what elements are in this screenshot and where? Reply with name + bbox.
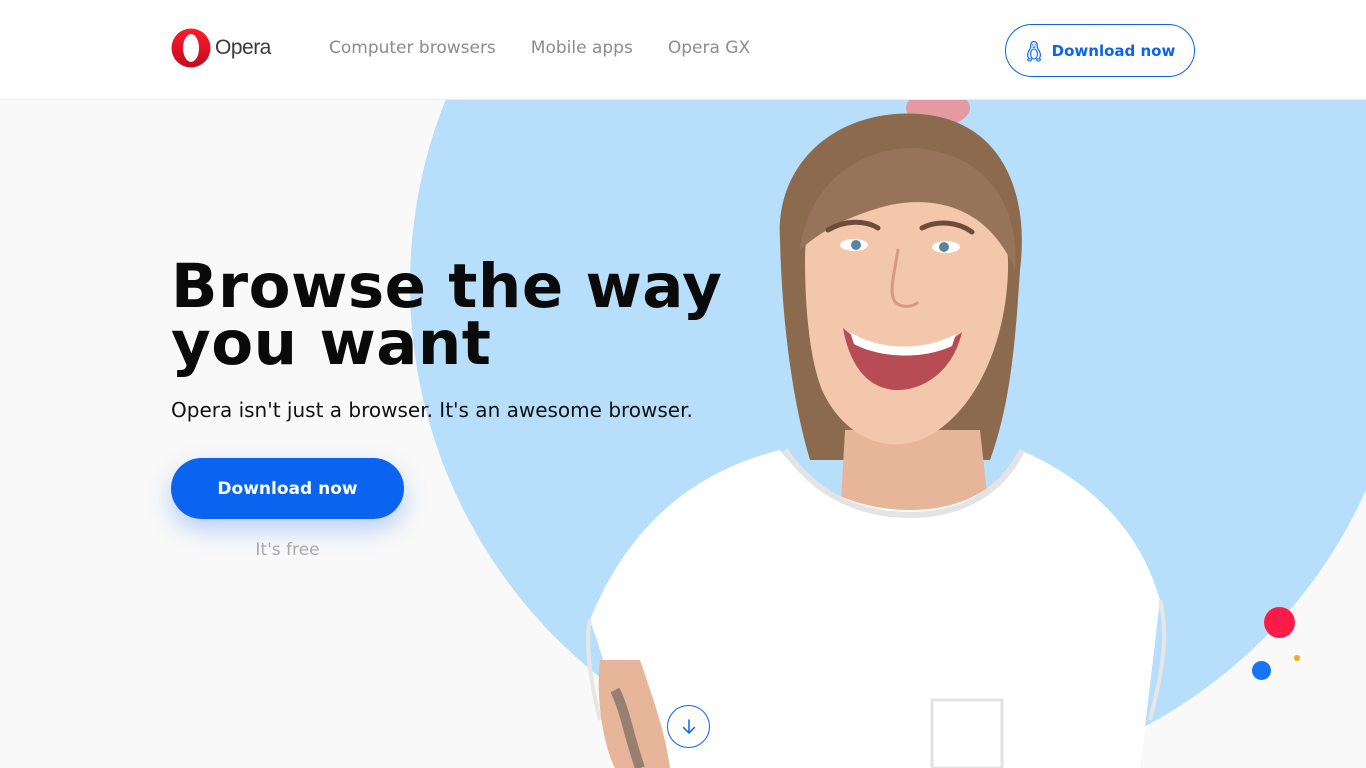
site-header: Opera Computer browsers Mobile apps Oper…	[0, 0, 1366, 100]
linux-tux-icon	[1026, 40, 1041, 62]
header-download-button[interactable]: Download now	[1005, 24, 1195, 77]
hero-title: Browse the way you want	[171, 251, 723, 379]
nav-item-computer-browsers[interactable]: Computer browsers	[329, 38, 496, 58]
hero-title-line-1: Browse the way	[171, 251, 723, 322]
opera-logo[interactable]: Opera	[171, 28, 271, 68]
main-nav: Computer browsers Mobile apps Opera GX	[329, 38, 785, 58]
opera-logo-icon	[171, 28, 211, 68]
hero-title-line-2: you want	[171, 308, 492, 379]
hero-download-button[interactable]: Download now	[171, 458, 404, 519]
opera-logo-text: Opera	[215, 36, 271, 59]
hero-free-note: It's free	[255, 540, 320, 560]
arrow-down-icon	[682, 718, 695, 734]
decor-dot-red	[1264, 607, 1295, 638]
decor-dot-blue	[1252, 661, 1271, 680]
hero-subtitle: Opera isn't just a browser. It's an awes…	[171, 398, 693, 422]
nav-item-mobile-apps[interactable]: Mobile apps	[531, 38, 633, 58]
decor-dot-orange	[1294, 655, 1300, 661]
scroll-down-button[interactable]	[667, 705, 710, 748]
hero-person-image	[586, 100, 1167, 768]
nav-item-opera-gx[interactable]: Opera GX	[668, 38, 750, 58]
header-download-label: Download now	[1051, 41, 1176, 60]
